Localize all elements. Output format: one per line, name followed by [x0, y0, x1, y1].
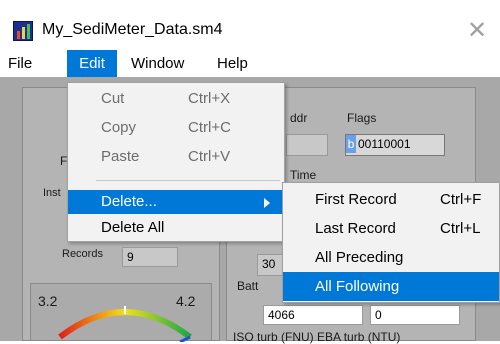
flags-value: b 00110001 — [345, 134, 445, 156]
edit-menu-dropdown: Cut Ctrl+X Copy Ctrl+C Paste Ctrl+V Delete.… — [67, 82, 285, 242]
records-label: Records — [62, 248, 103, 260]
second-value: 0 — [370, 305, 460, 325]
menu-paste[interactable]: Paste Ctrl+V — [68, 145, 284, 169]
records-value: 9 — [122, 247, 178, 267]
menu-separator — [96, 180, 280, 181]
menu-file[interactable]: File — [2, 50, 38, 77]
menu-bar: File Edit Window Help — [0, 50, 500, 77]
menu-window[interactable]: Window — [125, 50, 190, 77]
submenu-last-record[interactable]: Last Record Ctrl+L — [283, 214, 499, 243]
menu-cut[interactable]: Cut Ctrl+X — [68, 87, 284, 111]
gauge-arc — [58, 306, 192, 342]
time-label: Time — [290, 168, 317, 182]
batt-label: Batt — [237, 279, 259, 293]
menu-delete-all[interactable]: Delete All — [68, 216, 284, 240]
submenu-all-preceding[interactable]: All Preceding — [283, 243, 499, 272]
addr-label: ddr — [290, 111, 308, 125]
app-icon[interactable] — [13, 21, 33, 41]
menu-help[interactable]: Help — [211, 50, 254, 77]
title-bar: My_SediMeter_Data.sm4 ✕ — [0, 0, 500, 50]
submenu-first-record[interactable]: First Record Ctrl+F — [283, 185, 499, 214]
turbidity-label: ISO turb (FNU) EBA turb (NTU) — [233, 330, 401, 344]
addr-value — [286, 134, 328, 156]
menu-copy[interactable]: Copy Ctrl+C — [68, 116, 284, 140]
submenu-arrow-icon — [264, 198, 270, 208]
close-icon[interactable]: ✕ — [462, 17, 492, 45]
batt-value: 4066 — [263, 305, 363, 325]
left-label-inst: Inst — [43, 187, 61, 199]
submenu-all-following[interactable]: All Following — [283, 272, 499, 301]
window-title: My_SediMeter_Data.sm4 — [42, 21, 223, 38]
flags-label: Flags — [347, 111, 377, 125]
menu-delete[interactable]: Delete... — [68, 190, 284, 214]
delete-submenu: First Record Ctrl+F Last Record Ctrl+L All… — [282, 182, 500, 303]
menu-edit[interactable]: Edit — [67, 50, 117, 77]
